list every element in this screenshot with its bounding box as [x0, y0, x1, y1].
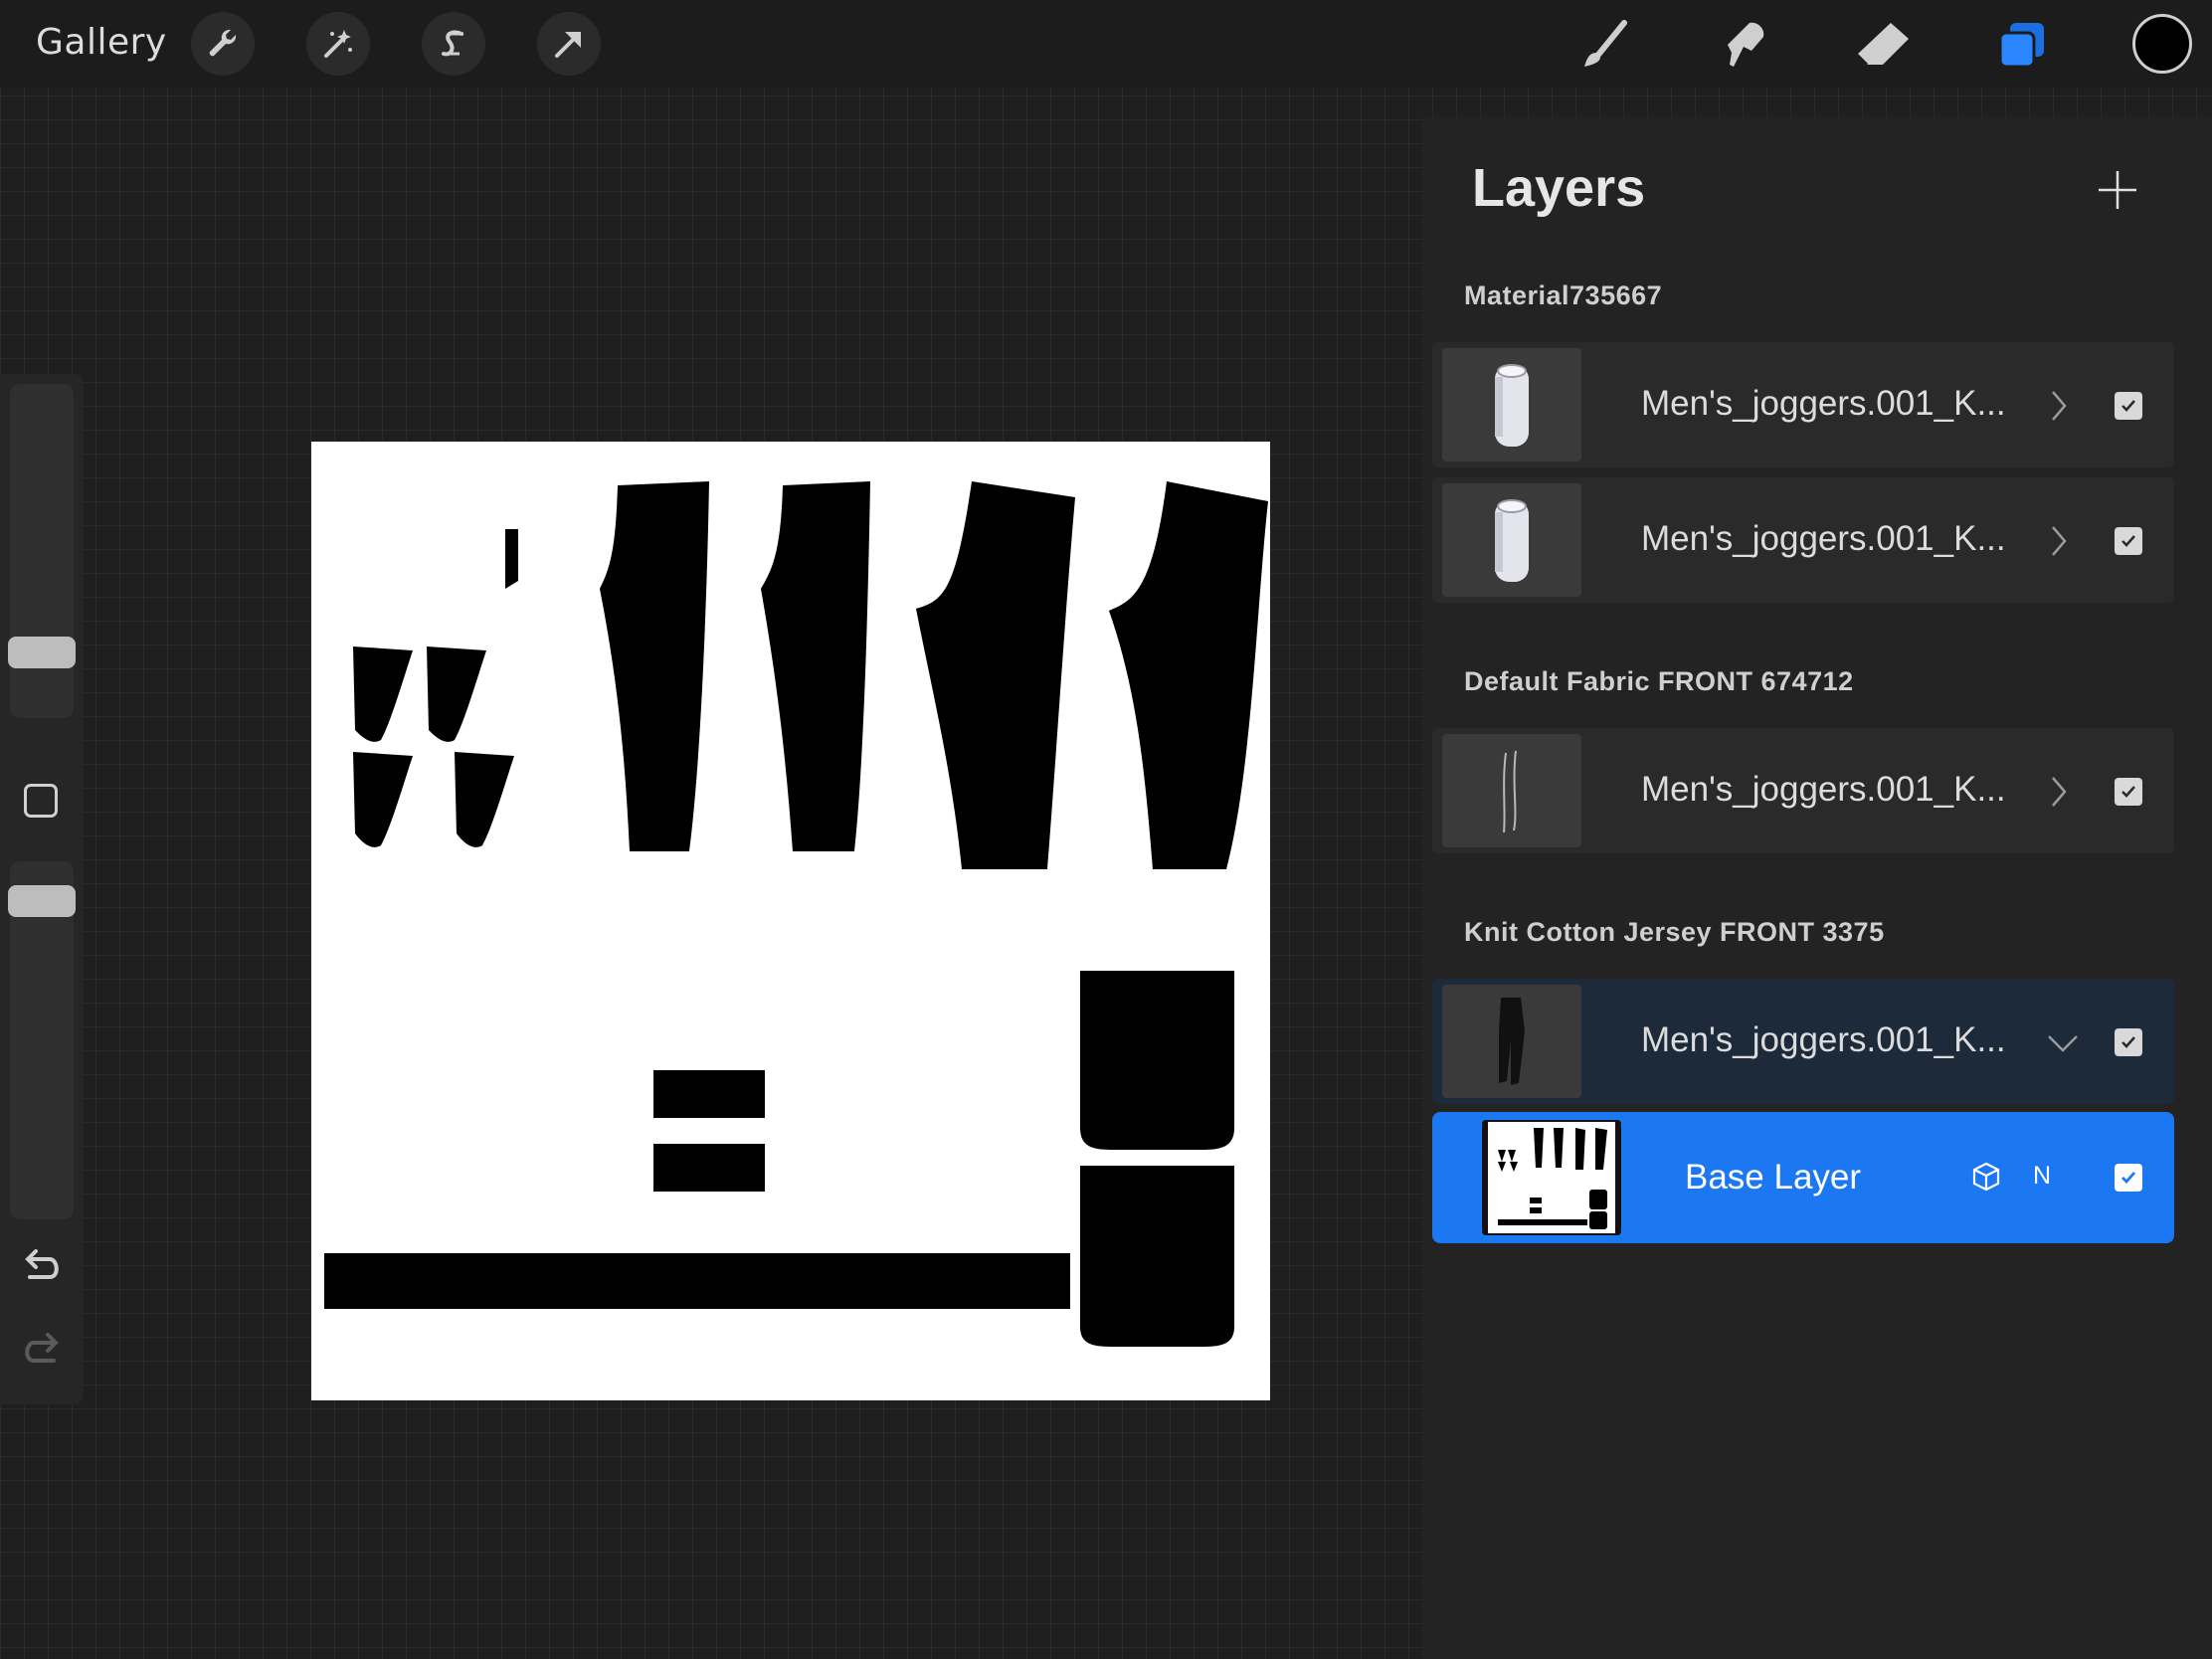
drawing-canvas[interactable] [311, 442, 1270, 1400]
layer-group-label[interactable]: Default Fabric FRONT 674712 [1464, 666, 1854, 697]
color-picker-swatch[interactable] [2132, 14, 2192, 74]
brush-size-thumb[interactable] [8, 637, 76, 668]
selection-s-icon[interactable] [422, 12, 485, 76]
base-layer-row[interactable]: Base Layer N [1432, 1112, 2174, 1243]
chevron-right-icon[interactable] [2043, 772, 2073, 817]
opacity-thumb[interactable] [8, 885, 76, 917]
transform-arrow-icon[interactable] [537, 12, 601, 76]
redo-icon[interactable] [20, 1331, 64, 1376]
layer-name: Men's_joggers.001_K... [1641, 770, 2006, 809]
chevron-right-icon[interactable] [2043, 521, 2073, 566]
gallery-button[interactable]: Gallery [36, 22, 167, 63]
uv-pattern-artwork [324, 481, 1268, 1347]
top-toolbar: Gallery [0, 0, 2212, 88]
square-modify-icon[interactable] [24, 784, 58, 818]
layers-panel: Layers Material735667 Men's_joggers.001_… [1422, 117, 2212, 1659]
eraser-icon[interactable] [1848, 10, 1918, 80]
undo-icon[interactable] [20, 1247, 64, 1292]
layer-name: Men's_joggers.001_K... [1641, 1020, 2006, 1059]
layer-row[interactable]: Men's_joggers.001_K... [1432, 477, 2174, 603]
layer-group-label[interactable]: Knit Cotton Jersey FRONT 3375 [1464, 917, 1885, 948]
layers-panel-title: Layers [1472, 158, 1646, 218]
wrench-icon[interactable] [191, 12, 255, 76]
visibility-checkbox[interactable] [2115, 527, 2142, 555]
base-layer-thumbnail [1482, 1120, 1621, 1235]
layer-name: Men's_joggers.001_K... [1641, 384, 2006, 423]
layers-icon[interactable] [1987, 10, 2057, 80]
visibility-checkbox[interactable] [2115, 1028, 2142, 1056]
layer-thumbnail [1442, 348, 1581, 461]
layer-row-expanded[interactable]: Men's_joggers.001_K... [1432, 979, 2174, 1104]
visibility-checkbox[interactable] [2115, 778, 2142, 806]
magic-wand-icon[interactable] [306, 12, 370, 76]
cube-icon[interactable] [1969, 1160, 2003, 1198]
layer-row[interactable]: Men's_joggers.001_K... [1432, 342, 2174, 467]
layer-group-label[interactable]: Material735667 [1464, 280, 1662, 311]
brush-icon[interactable] [1571, 10, 1641, 80]
left-sidebar [0, 374, 84, 1404]
blend-mode-button[interactable]: N [2033, 1162, 2051, 1191]
layer-thumbnail [1442, 734, 1581, 847]
visibility-checkbox[interactable] [2115, 1164, 2142, 1192]
layer-name: Men's_joggers.001_K... [1641, 519, 2006, 558]
layer-thumbnail [1442, 985, 1581, 1098]
layer-row[interactable]: Men's_joggers.001_K... [1432, 728, 2174, 853]
chevron-right-icon[interactable] [2043, 386, 2073, 431]
smudge-icon[interactable] [1709, 10, 1778, 80]
layer-thumbnail [1442, 483, 1581, 597]
visibility-checkbox[interactable] [2115, 392, 2142, 420]
chevron-down-icon[interactable] [2043, 1022, 2083, 1067]
plus-icon[interactable] [2093, 165, 2142, 215]
layer-name: Base Layer [1685, 1158, 1862, 1197]
